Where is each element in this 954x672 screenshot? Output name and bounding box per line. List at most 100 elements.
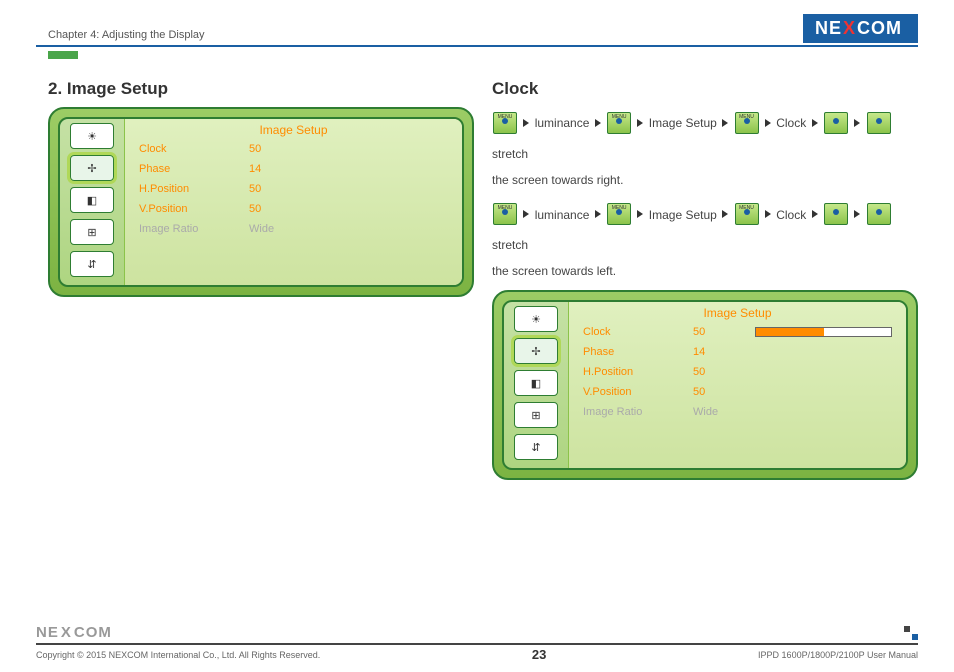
- nav-text: Image Setup: [649, 207, 717, 221]
- nav-text: luminance: [535, 116, 590, 130]
- nav-button-icon: [824, 112, 848, 134]
- brand-logo: NEXCOM: [803, 14, 918, 43]
- nav-text: Clock: [776, 116, 806, 130]
- manual-name: IPPD 1600P/1800P/2100P User Manual: [758, 650, 918, 660]
- osd-setup-icon: ⊞: [70, 219, 114, 245]
- osd-icon-column: ☀ ✢ ◧ ⊞ ⇵: [60, 119, 124, 285]
- osd-row-ratio: Image Ratio Wide: [569, 402, 906, 422]
- arrow-icon: [523, 119, 529, 127]
- osd-label: H.Position: [583, 366, 693, 378]
- osd-row-clock: Clock 50: [569, 322, 906, 342]
- arrow-icon: [637, 119, 643, 127]
- osd-label: Image Ratio: [583, 406, 693, 418]
- color-icon: ◧: [514, 370, 558, 396]
- logo-part-ne: NE: [815, 18, 842, 39]
- osd-value: 14: [693, 346, 749, 358]
- osd-value: 50: [249, 183, 305, 195]
- nav-text: Image Setup: [649, 116, 717, 130]
- osd-row-phase: Phase 14: [125, 159, 462, 179]
- menu-button-icon: MENU: [607, 112, 631, 134]
- footer-logo: NEXCOM: [36, 624, 918, 641]
- osd-value: 50: [693, 326, 749, 338]
- decor-squares-icon: [904, 626, 918, 640]
- nav-sequence-left: MENU luminance MENU Image Setup MENU Clo…: [492, 199, 918, 261]
- extra-icon: ⇵: [70, 251, 114, 277]
- arrow-icon: [722, 210, 728, 218]
- osd-panel-right: ☀ ✢ ◧ ⊞ ⇵ Image Setup Clock 50 Phase 1: [492, 290, 918, 480]
- arrow-icon: [812, 119, 818, 127]
- logo-part-x: X: [61, 624, 72, 641]
- extra-icon: ⇵: [514, 434, 558, 460]
- osd-value: 50: [693, 366, 749, 378]
- osd-row-clock: Clock 50: [125, 139, 462, 159]
- osd-title: Image Setup: [125, 119, 462, 139]
- menu-button-icon: MENU: [735, 203, 759, 225]
- nav-button-icon: [867, 112, 891, 134]
- arrow-icon: [595, 119, 601, 127]
- osd-title: Image Setup: [569, 302, 906, 322]
- osd-row-ratio: Image Ratio Wide: [125, 219, 462, 239]
- osd-row-phase: Phase 14: [569, 342, 906, 362]
- nav-sequence-right: MENU luminance MENU Image Setup MENU Clo…: [492, 107, 918, 169]
- osd-value: Wide: [693, 406, 749, 418]
- copyright-text: Copyright © 2015 NEXCOM International Co…: [36, 650, 320, 660]
- osd-label: Image Ratio: [139, 223, 249, 235]
- osd-setup-icon: ⊞: [514, 402, 558, 428]
- instruction-text: the screen towards right.: [492, 173, 918, 187]
- osd-row-hpos: H.Position 50: [569, 362, 906, 382]
- osd-row-vpos: V.Position 50: [569, 382, 906, 402]
- osd-label: V.Position: [583, 386, 693, 398]
- menu-button-icon: MENU: [493, 112, 517, 134]
- osd-label: Phase: [583, 346, 693, 358]
- footer-rule: [36, 643, 918, 645]
- image-setup-icon: ✢: [70, 155, 114, 181]
- logo-part-ne: NE: [36, 624, 59, 641]
- luminance-icon: ☀: [514, 306, 558, 332]
- osd-value: 50: [249, 203, 305, 215]
- arrow-icon: [523, 210, 529, 218]
- section-title-image-setup: 2. Image Setup: [48, 79, 474, 99]
- osd-value: 50: [249, 143, 305, 155]
- osd-value: 50: [693, 386, 749, 398]
- arrow-icon: [812, 210, 818, 218]
- menu-button-icon: MENU: [607, 203, 631, 225]
- osd-label: Clock: [583, 326, 693, 338]
- nav-button-icon: [824, 203, 848, 225]
- nav-text: luminance: [535, 207, 590, 221]
- section-title-clock: Clock: [492, 79, 918, 99]
- osd-row-vpos: V.Position 50: [125, 199, 462, 219]
- arrow-icon: [854, 119, 860, 127]
- arrow-icon: [722, 119, 728, 127]
- slider-fill: [756, 328, 824, 336]
- instruction-text: the screen towards left.: [492, 264, 918, 278]
- logo-part-com: COM: [74, 624, 112, 641]
- arrow-icon: [854, 210, 860, 218]
- osd-value: Wide: [249, 223, 305, 235]
- nav-button-icon: [867, 203, 891, 225]
- menu-button-icon: MENU: [735, 112, 759, 134]
- header-rule: [36, 45, 918, 47]
- arrow-icon: [765, 119, 771, 127]
- menu-button-icon: MENU: [493, 203, 517, 225]
- arrow-icon: [637, 210, 643, 218]
- image-setup-icon: ✢: [514, 338, 558, 364]
- luminance-icon: ☀: [70, 123, 114, 149]
- osd-label: Phase: [139, 163, 249, 175]
- osd-label: Clock: [139, 143, 249, 155]
- page-number: 23: [532, 647, 546, 662]
- logo-part-com: COM: [857, 18, 902, 39]
- arrow-icon: [595, 210, 601, 218]
- chapter-label: Chapter 4: Adjusting the Display: [48, 29, 205, 43]
- osd-label: V.Position: [139, 203, 249, 215]
- section-tab: [48, 51, 78, 59]
- osd-row-hpos: H.Position 50: [125, 179, 462, 199]
- logo-part-x: X: [843, 18, 856, 39]
- osd-value: 14: [249, 163, 305, 175]
- nav-text: stretch: [492, 147, 528, 161]
- nav-text: stretch: [492, 238, 528, 252]
- osd-panel-left: ☀ ✢ ◧ ⊞ ⇵ Image Setup Clock 50 Phase 14: [48, 107, 474, 297]
- osd-icon-column: ☀ ✢ ◧ ⊞ ⇵: [504, 302, 568, 468]
- nav-text: Clock: [776, 207, 806, 221]
- color-icon: ◧: [70, 187, 114, 213]
- osd-label: H.Position: [139, 183, 249, 195]
